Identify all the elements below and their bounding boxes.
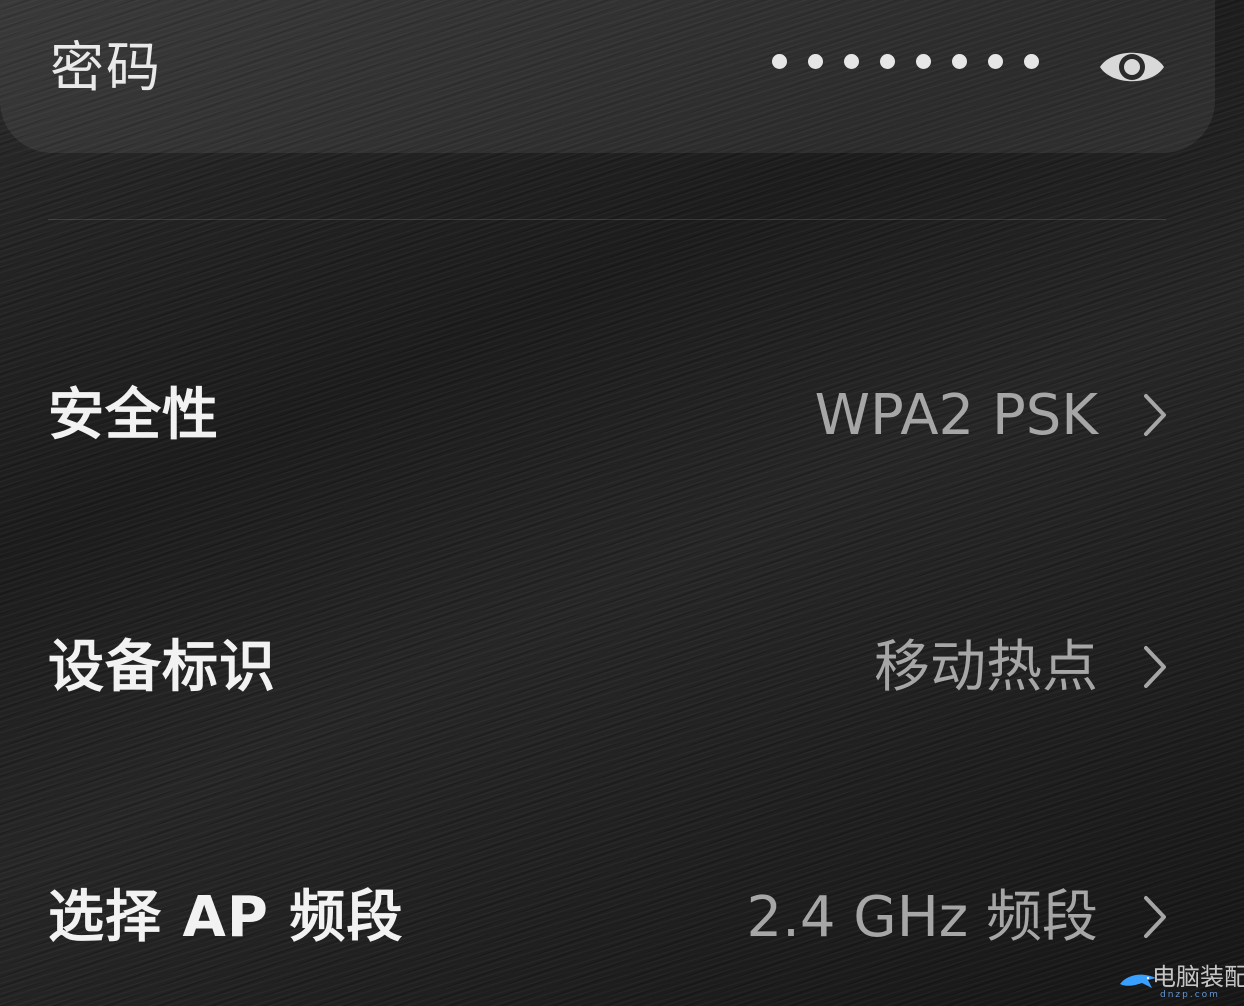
- device-id-row[interactable]: 设备标识 移动热点: [48, 622, 1178, 712]
- section-divider: [48, 219, 1166, 220]
- security-label: 安全性: [48, 383, 219, 448]
- password-field-card[interactable]: 密码: [0, 0, 1215, 153]
- password-dot: [988, 54, 1003, 69]
- password-dot: [808, 54, 823, 69]
- site-watermark: 电脑装配网 dnzp.com: [1118, 962, 1244, 1002]
- password-dot: [1024, 54, 1039, 69]
- password-label: 密码: [50, 36, 162, 99]
- watermark-text: 电脑装配网: [1152, 963, 1244, 991]
- device-id-value: 移动热点: [874, 635, 1098, 700]
- chevron-right-icon: [1144, 646, 1166, 688]
- password-dot: [844, 54, 859, 69]
- security-value: WPA2 PSK: [814, 383, 1098, 448]
- device-id-label: 设备标识: [48, 635, 276, 700]
- ap-band-row[interactable]: 选择 AP 频段 2.4 GHz 频段: [48, 872, 1178, 962]
- ap-band-value: 2.4 GHz 频段: [746, 885, 1098, 950]
- ap-band-label: 选择 AP 频段: [48, 885, 404, 950]
- watermark-sub: dnzp.com: [1160, 990, 1220, 1000]
- chevron-right-icon: [1144, 896, 1166, 938]
- password-dot: [880, 54, 895, 69]
- eye-icon[interactable]: [1098, 44, 1166, 90]
- chevron-right-icon: [1144, 394, 1166, 436]
- password-masked-value[interactable]: [772, 54, 1039, 69]
- password-dot: [916, 54, 931, 69]
- password-dot: [772, 54, 787, 69]
- password-dot: [952, 54, 967, 69]
- security-row[interactable]: 安全性 WPA2 PSK: [48, 370, 1178, 460]
